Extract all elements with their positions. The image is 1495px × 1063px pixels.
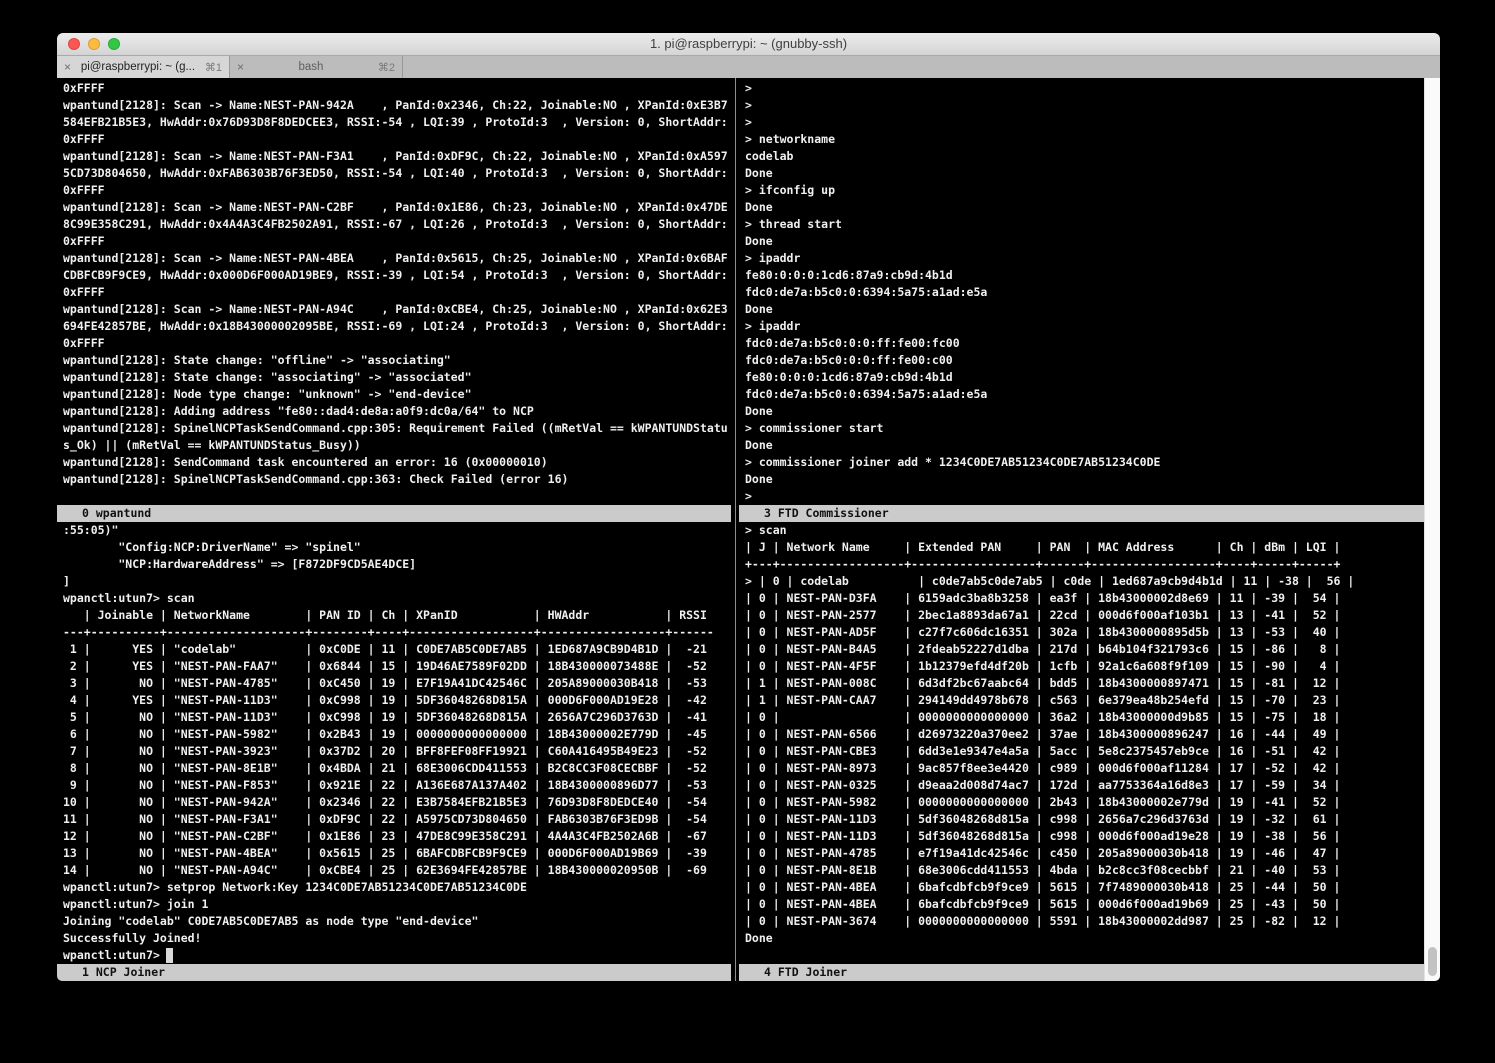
pane-divider-line	[735, 78, 736, 981]
tab-bash[interactable]: × bash ⌘2	[230, 56, 403, 78]
pane-ncp-joiner[interactable]: :55:05)" "Config:NCP:DriverName" => "spi…	[57, 522, 731, 964]
pane-ftd-joiner[interactable]: > scan | J | Network Name | Extended PAN…	[739, 522, 1424, 964]
minimize-window-button[interactable]	[88, 38, 100, 50]
pane-status-ftd-joiner: 4 FTD Joiner	[739, 964, 1424, 981]
pane-status-ftd-commissioner: 3 FTD Commissioner	[739, 505, 1424, 522]
tab-shortcut-badge: ⌘2	[378, 61, 395, 74]
scrollbar-track[interactable]	[1424, 78, 1440, 981]
tab-bar: × pi@raspberrypi: ~ (g... ⌘1 × bash ⌘2	[57, 56, 1440, 78]
tab-label: pi@raspberrypi: ~ (g...	[75, 61, 201, 73]
pane-status-wpantund: 0 wpantund	[57, 505, 731, 522]
left-pane-column: 0xFFFF wpantund[2128]: Scan -> Name:NEST…	[57, 78, 731, 981]
pane-status-ncp-joiner: 1 NCP Joiner	[57, 964, 731, 981]
tab-bar-empty-area	[403, 56, 1440, 78]
terminal-block-cursor	[166, 948, 173, 963]
tmux-session-area: 0xFFFF wpantund[2128]: Scan -> Name:NEST…	[57, 78, 1440, 981]
zoom-window-button[interactable]	[108, 38, 120, 50]
tab-label: bash	[248, 61, 374, 73]
scrollbar-thumb[interactable]	[1428, 947, 1437, 976]
tab-terminal-session[interactable]: × pi@raspberrypi: ~ (g... ⌘1	[57, 56, 230, 78]
tab-close-icon[interactable]: ×	[237, 56, 244, 78]
terminal-window: 1. pi@raspberrypi: ~ (gnubby-ssh) × pi@r…	[57, 33, 1440, 981]
tab-close-icon[interactable]: ×	[64, 56, 71, 78]
pane-ftd-commissioner[interactable]: > > > > networkname codelab Done > ifcon…	[739, 78, 1424, 505]
window-title: 1. pi@raspberrypi: ~ (gnubby-ssh)	[57, 33, 1440, 55]
traffic-lights	[68, 38, 120, 50]
pane-wpantund-log[interactable]: 0xFFFF wpantund[2128]: Scan -> Name:NEST…	[57, 78, 731, 505]
tab-shortcut-badge: ⌘1	[205, 61, 222, 74]
window-titlebar[interactable]: 1. pi@raspberrypi: ~ (gnubby-ssh)	[57, 33, 1440, 56]
right-pane-column: > > > > networkname codelab Done > ifcon…	[739, 78, 1424, 981]
close-window-button[interactable]	[68, 38, 80, 50]
